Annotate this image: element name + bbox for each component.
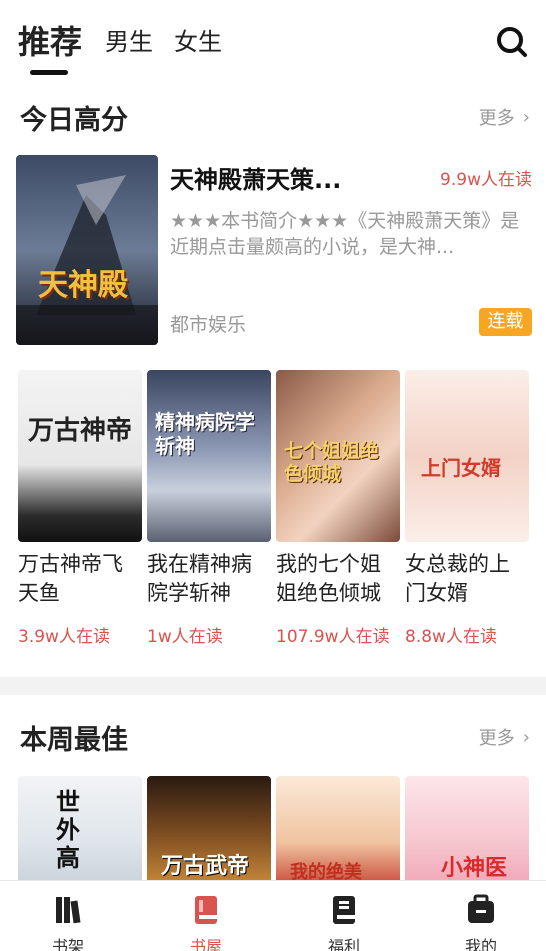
more-link-week[interactable]: 更多 ›: [479, 724, 530, 750]
featured-genre: 都市娱乐: [170, 314, 247, 336]
cover-title: 精神病院学斩神: [155, 410, 255, 458]
featured-book-cover[interactable]: 天神殿: [16, 155, 158, 345]
cover-title: 天神殿: [38, 268, 128, 303]
tab-female[interactable]: 女生: [174, 22, 222, 57]
book-title: 万古神帝飞天鱼: [18, 552, 123, 605]
section-title-week: 本周最佳: [20, 725, 128, 756]
book-card[interactable]: 上门女婿 女总裁的上门女婿 8.8w人在读: [405, 370, 529, 647]
bookstore-icon: [195, 896, 217, 924]
nav-item-bookshelf[interactable]: 书架: [28, 887, 108, 951]
nav-label: 书架: [51, 937, 84, 951]
book-readers-count: 107.9w人在读: [276, 627, 390, 647]
featured-readers-count: 9.9w人在读: [440, 170, 532, 190]
more-link-today[interactable]: 更多 ›: [479, 104, 530, 130]
welfare-icon: [333, 896, 355, 924]
book-card[interactable]: 精神病院学斩神 我在精神病院学斩神 1w人在读: [147, 370, 271, 647]
tab-male[interactable]: 男生: [105, 22, 153, 57]
more-label: 更多: [478, 728, 515, 749]
featured-book-title[interactable]: 天神殿萧天策...: [170, 160, 341, 195]
nav-item-profile[interactable]: 我的: [441, 887, 521, 951]
book-title: 女总裁的上门女婿: [405, 552, 510, 605]
book-readers-count: 8.8w人在读: [405, 627, 497, 647]
book-card[interactable]: 万古神帝 万古神帝飞天鱼 3.9w人在读: [18, 370, 142, 647]
book-cover[interactable]: 我的绝美: [276, 776, 400, 886]
bottom-navigation: 书架 书屋 福利 我的: [0, 880, 546, 951]
section-divider: [0, 677, 546, 695]
active-tab-indicator: [30, 70, 68, 75]
featured-description: ★★★本书简介★★★《天神殿萧天策》是近期点击量颇高的小说，是大神...: [170, 210, 520, 258]
nav-label: 我的: [464, 937, 497, 951]
book-readers-count: 1w人在读: [147, 627, 223, 647]
book-cover[interactable]: 世外高: [18, 776, 142, 886]
chevron-right-icon: ›: [522, 106, 530, 128]
bookshelf-icon: [56, 897, 81, 924]
cover-title: 七个姐姐绝色倾城: [284, 440, 380, 485]
search-icon[interactable]: [496, 26, 528, 58]
cover-title: 小神医: [441, 855, 508, 881]
book-card[interactable]: 七个姐姐绝色倾城 我的七个姐姐绝色倾城 107.9w人在读: [276, 370, 400, 647]
nav-item-welfare[interactable]: 福利: [304, 887, 384, 951]
cover-title: 世外高: [56, 787, 80, 872]
book-cover-art: [16, 155, 158, 345]
book-title: 我的七个姐姐绝色倾城: [276, 552, 381, 605]
status-badge: 连载: [479, 308, 532, 336]
nav-label: 书屋: [189, 937, 222, 951]
book-cover: 精神病院学斩神: [147, 370, 271, 542]
cover-title: 万古神帝: [28, 416, 133, 446]
top-tab-bar: 推荐 男生 女生: [0, 0, 546, 88]
tab-recommend[interactable]: 推荐: [18, 17, 82, 63]
nav-item-bookstore[interactable]: 书屋: [166, 887, 246, 951]
book-cover[interactable]: 小神医: [405, 776, 529, 886]
book-cover: 上门女婿: [405, 370, 529, 542]
book-cover: 万古神帝: [18, 370, 142, 542]
book-title: 我在精神病院学斩神: [147, 552, 252, 605]
cover-title: 上门女婿: [421, 456, 501, 480]
more-label: 更多: [478, 108, 515, 129]
profile-icon: [468, 894, 494, 923]
section-title-today: 今日高分: [20, 105, 128, 136]
chevron-right-icon: ›: [522, 726, 530, 748]
cover-title: 万古武帝: [161, 853, 250, 879]
book-cover[interactable]: 万古武帝: [147, 776, 271, 886]
book-readers-count: 3.9w人在读: [18, 627, 110, 647]
book-cover: 七个姐姐绝色倾城: [276, 370, 400, 542]
nav-label: 福利: [327, 937, 360, 951]
